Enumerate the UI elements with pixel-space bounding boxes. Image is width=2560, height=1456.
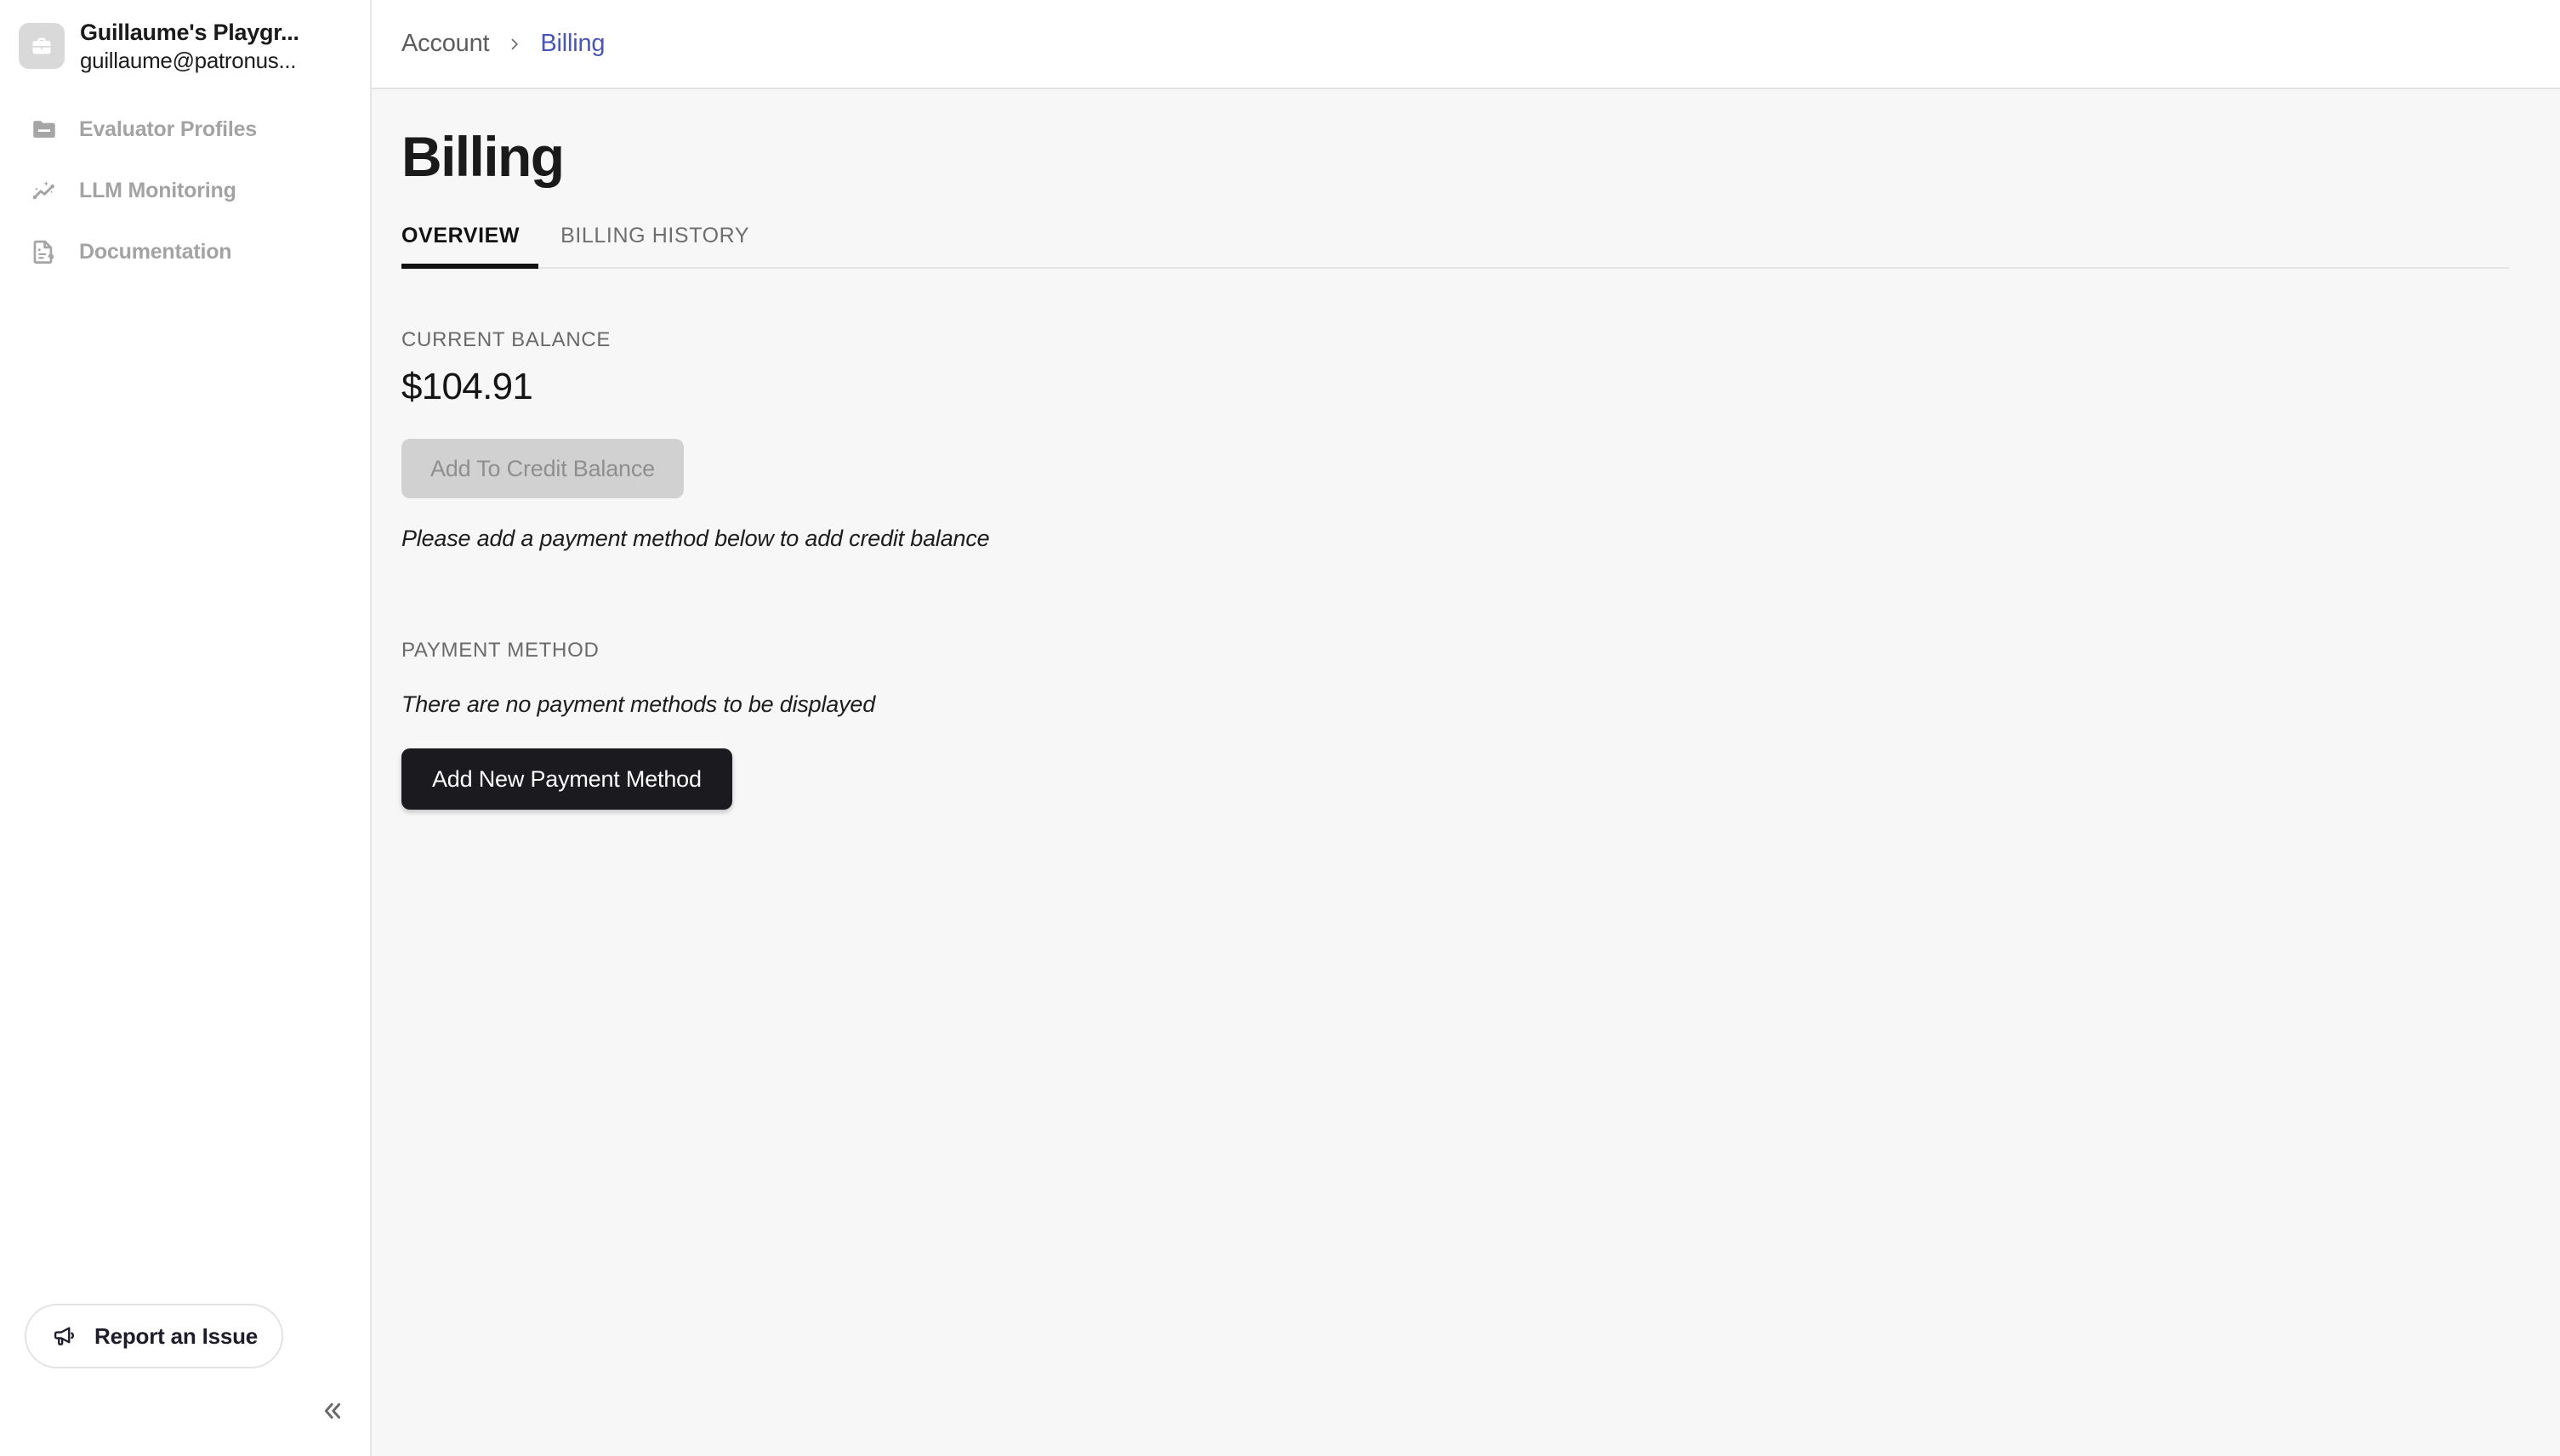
account-text: Guillaume's Playgr... guillaume@patronus… (80, 19, 299, 73)
breadcrumb-item-billing[interactable]: Billing (540, 30, 605, 58)
app-root: Guillaume's Playgr... guillaume@patronus… (0, 0, 2560, 1456)
account-name: Guillaume's Playgr... (80, 19, 299, 45)
current-balance-amount: $104.91 (401, 366, 533, 408)
page-content: Billing OVERVIEW BILLING HISTORY CURRENT… (372, 89, 2560, 1456)
tabs: OVERVIEW BILLING HISTORY (401, 224, 2509, 270)
payment-method-label: PAYMENT METHOD (401, 639, 600, 663)
breadcrumb: Account Billing (401, 30, 606, 58)
sidebar-item-label: LLM Monitoring (79, 178, 236, 202)
payment-method-empty-text: There are no payment methods to be displ… (401, 691, 876, 718)
megaphone-icon (50, 1322, 79, 1351)
sidebar-item-label: Documentation (79, 239, 232, 264)
sidebar-item-evaluator-profiles[interactable]: Evaluator Profiles (0, 99, 370, 160)
sparkle-line-chart-icon (28, 174, 60, 207)
document-question-icon (28, 236, 60, 268)
tab-billing-history[interactable]: BILLING HISTORY (538, 224, 771, 267)
double-chevron-left-icon (318, 1396, 347, 1428)
collapse-sidebar-button[interactable] (306, 1388, 359, 1436)
account-email: guillaume@patronus... (80, 48, 297, 74)
breadcrumb-item-account[interactable]: Account (401, 30, 490, 58)
page-title: Billing (401, 125, 565, 188)
topbar: Account Billing (372, 0, 2560, 89)
account-switcher[interactable]: Guillaume's Playgr... guillaume@patronus… (0, 0, 370, 73)
main-area: Account Billing Billing OVERVIEW BILLING… (372, 0, 2560, 1456)
sidebar-item-label: Evaluator Profiles (79, 117, 257, 141)
chevron-right-icon (506, 36, 523, 53)
add-credit-hint: Please add a payment method below to add… (401, 526, 990, 552)
payment-method-section: PAYMENT METHOD There are no payment meth… (401, 639, 2528, 810)
report-an-issue-button[interactable]: Report an Issue (25, 1304, 284, 1368)
tab-overview[interactable]: OVERVIEW (401, 224, 539, 270)
folder-icon (28, 113, 60, 145)
current-balance-section: CURRENT BALANCE $104.91 Add To Credit Ba… (401, 328, 2528, 552)
sidebar-nav: Evaluator Profiles LLM Monitoring Docume… (0, 99, 370, 282)
current-balance-label: CURRENT BALANCE (401, 328, 612, 352)
add-new-payment-method-button[interactable]: Add New Payment Method (401, 748, 732, 810)
briefcase-icon (19, 23, 65, 69)
sidebar-item-documentation[interactable]: Documentation (0, 221, 370, 282)
report-an-issue-label: Report an Issue (94, 1322, 259, 1349)
sidebar-item-llm-monitoring[interactable]: LLM Monitoring (0, 160, 370, 221)
add-to-credit-balance-button[interactable]: Add To Credit Balance (401, 439, 684, 499)
sidebar: Guillaume's Playgr... guillaume@patronus… (0, 0, 372, 1456)
